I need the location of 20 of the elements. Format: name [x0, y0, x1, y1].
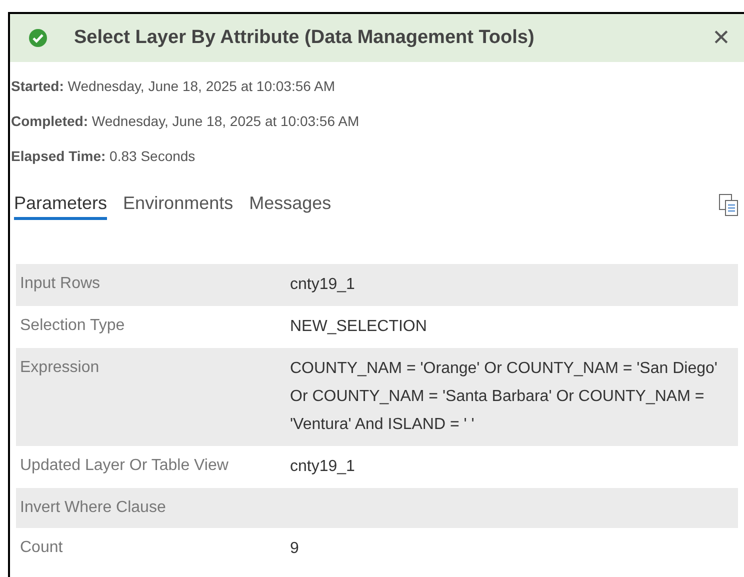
window-title: Select Layer By Attribute (Data Management Tools)	[74, 26, 534, 50]
parameter-value: 9	[290, 539, 300, 559]
tab[interactable]: Messages	[249, 191, 332, 220]
parameter-value: NEW_SELECTION	[290, 317, 428, 337]
parameter-name: Invert Where Clause	[19, 498, 167, 518]
parameter-name: Expression	[19, 358, 100, 378]
info-line: Elapsed Time: 0.83 Seconds	[11, 147, 196, 166]
parameter-value: cnty19_1	[290, 275, 356, 295]
parameter-value: cnty19_1	[290, 457, 356, 477]
info-line: Completed: Wednesday, June 18, 2025 at 10:03:56 AM	[11, 112, 360, 131]
info-line: Started: Wednesday, June 18, 2025 at 10:03:56 AM	[11, 77, 336, 96]
parameter-name: Count	[19, 538, 64, 558]
parameter-name: Selection Type	[19, 316, 126, 336]
parameter-name: Updated Layer Or Table View	[19, 456, 230, 476]
tab[interactable]: Parameters	[14, 191, 108, 220]
tab[interactable]: Environments	[123, 191, 234, 220]
close-button[interactable]: ✕	[712, 27, 730, 49]
parameter-value: COUNTY_NAM = 'Orange' Or COUNTY_NAM = 'San Diego' Or COUNTY_NAM = 'Santa Barbara' Or COUNTY_NAM = 'Ventura' And ISLAND = ' '	[290, 359, 718, 435]
copy-icon[interactable]	[718, 193, 740, 217]
parameter-name: Input Rows	[19, 274, 102, 294]
